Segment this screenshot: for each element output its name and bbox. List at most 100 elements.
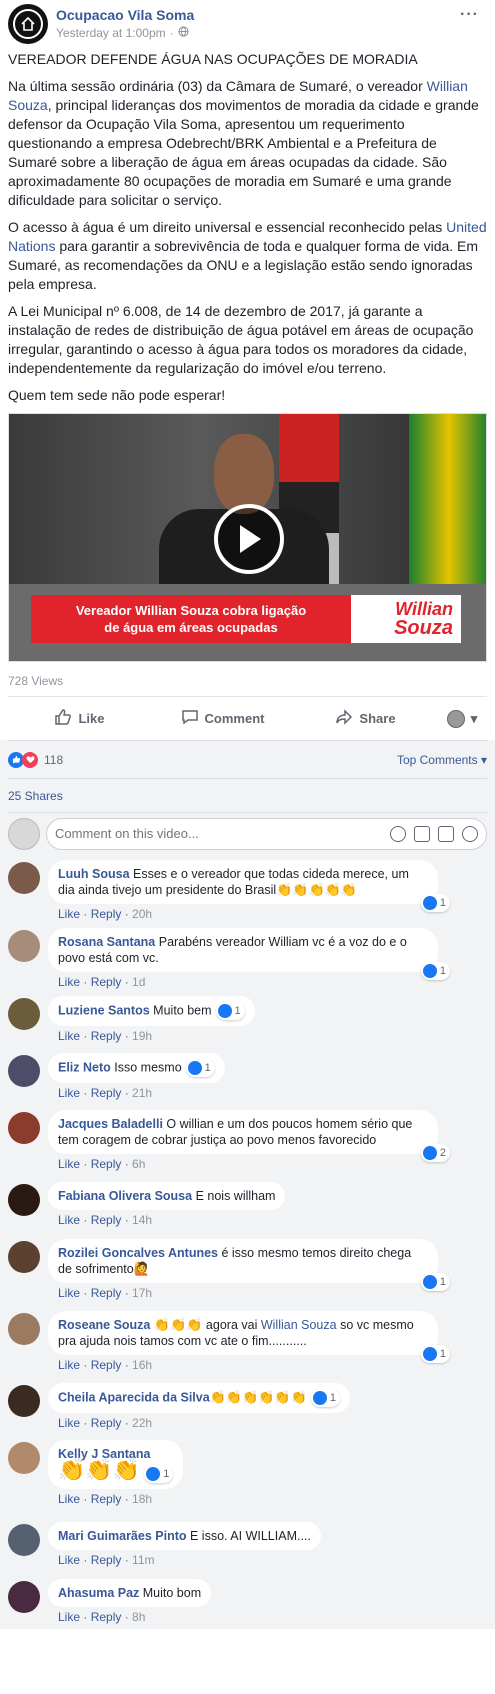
comment-time[interactable]: 19h: [132, 1029, 152, 1043]
comment-reply-link[interactable]: Reply: [91, 1358, 122, 1372]
comment-like-link[interactable]: Like: [58, 1610, 80, 1624]
comment-like-link[interactable]: Like: [58, 1416, 80, 1430]
comment-time[interactable]: 18h: [132, 1492, 152, 1506]
commenter-avatar[interactable]: [8, 1442, 40, 1474]
comment-bubble: Rosana Santana Parabéns vereador William…: [48, 928, 450, 980]
commenter-name[interactable]: Mari Guimarães Pinto: [58, 1529, 187, 1543]
page-avatar[interactable]: [8, 4, 48, 44]
comment-like-link[interactable]: Like: [58, 1157, 80, 1171]
like-button[interactable]: Like: [8, 708, 151, 729]
sticker-icon[interactable]: [462, 825, 478, 842]
top-comments-dropdown[interactable]: Top Comments ▾: [397, 753, 487, 767]
comment-meta: Like · Reply · 1d: [58, 975, 146, 989]
comment-reaction[interactable]: 1: [420, 894, 450, 912]
play-icon[interactable]: [214, 504, 284, 574]
comment-time[interactable]: 20h: [132, 907, 152, 921]
comment-like-link[interactable]: Like: [58, 1492, 80, 1506]
comment-input[interactable]: [55, 826, 390, 841]
comment-reply-link[interactable]: Reply: [91, 1416, 122, 1430]
commenter-avatar[interactable]: [8, 1313, 40, 1345]
share-button[interactable]: Share: [294, 708, 437, 729]
commenter-avatar[interactable]: [8, 1524, 40, 1556]
commenter-name[interactable]: Luuh Sousa: [58, 867, 130, 881]
comment-mention[interactable]: Willian Souza: [261, 1318, 337, 1332]
commenter-avatar[interactable]: [8, 1385, 40, 1417]
comment-time[interactable]: 8h: [132, 1610, 145, 1624]
comment-like-link[interactable]: Like: [58, 1029, 80, 1043]
comment-box[interactable]: [46, 817, 487, 850]
comment-like-link[interactable]: Like: [58, 1553, 80, 1567]
comment-like-link[interactable]: Like: [58, 1213, 80, 1227]
comment-time[interactable]: 16h: [132, 1358, 152, 1372]
comment-time[interactable]: 17h: [132, 1286, 152, 1300]
comment-reaction[interactable]: 1: [215, 1002, 245, 1020]
profile-selector[interactable]: ▾: [437, 709, 487, 728]
comment-time[interactable]: 6h: [132, 1157, 145, 1171]
comment-time[interactable]: 21h: [132, 1086, 152, 1100]
post-title: VEREADOR DEFENDE ÁGUA NAS OCUPAÇÕES DE M…: [8, 51, 418, 67]
post-time[interactable]: Yesterday at 1:00pm: [56, 26, 166, 40]
comment-reply-link[interactable]: Reply: [91, 1610, 122, 1624]
commenter-name[interactable]: Jacques Baladelli: [58, 1117, 163, 1131]
commenter-avatar[interactable]: [8, 1184, 40, 1216]
page-name[interactable]: Ocupacao Vila Soma: [56, 7, 194, 23]
comment-time[interactable]: 14h: [132, 1213, 152, 1227]
comment-reaction[interactable]: 1: [144, 1464, 174, 1483]
comment-text: E nois willham: [195, 1189, 276, 1203]
commenter-name[interactable]: Roseane Souza: [58, 1318, 150, 1332]
comment-time[interactable]: 1d: [132, 975, 145, 989]
commenter-name[interactable]: Fabiana Olivera Sousa: [58, 1189, 192, 1203]
comment-reply-link[interactable]: Reply: [91, 1492, 122, 1506]
commenter-avatar[interactable]: [8, 1241, 40, 1273]
comment-reply-link[interactable]: Reply: [91, 907, 122, 921]
share-count[interactable]: 25 Shares: [8, 778, 487, 812]
love-reaction-icon[interactable]: [22, 751, 38, 768]
commenter-name[interactable]: Luziene Santos: [58, 1003, 150, 1017]
commenter-name[interactable]: Cheila Aparecida da Silva: [58, 1390, 210, 1404]
like-reaction-icon: [422, 1146, 437, 1160]
commenter-avatar[interactable]: [8, 1055, 40, 1087]
comment-reaction[interactable]: 1: [420, 962, 450, 980]
emoji-icon[interactable]: [390, 825, 406, 842]
comment-reply-link[interactable]: Reply: [91, 1086, 122, 1100]
more-options-icon[interactable]: ···: [460, 6, 479, 24]
comment-reply-link[interactable]: Reply: [91, 975, 122, 989]
comment-like-link[interactable]: Like: [58, 1358, 80, 1372]
commenter-avatar[interactable]: [8, 998, 40, 1030]
commenter-avatar[interactable]: [8, 862, 40, 894]
commenter-name[interactable]: Rosana Santana: [58, 935, 155, 949]
commenter-avatar[interactable]: [8, 1112, 40, 1144]
commenter-name[interactable]: Rozilei Goncalves Antunes: [58, 1246, 218, 1260]
comment-reaction[interactable]: 1: [310, 1389, 340, 1407]
comment-reaction[interactable]: 1: [185, 1059, 215, 1077]
comment-reaction-count: 1: [439, 897, 446, 909]
comment-time[interactable]: 22h: [132, 1416, 152, 1430]
comment-like-link[interactable]: Like: [58, 907, 80, 921]
comment-like-link[interactable]: Like: [58, 1286, 80, 1300]
comment-reaction[interactable]: 1: [420, 1345, 450, 1363]
comment-time[interactable]: 11m: [132, 1553, 154, 1567]
commenter-name[interactable]: Ahasuma Paz: [58, 1586, 139, 1600]
comment-reaction[interactable]: 1: [420, 1273, 450, 1291]
reaction-count[interactable]: 118: [44, 753, 63, 767]
gif-icon[interactable]: [438, 825, 454, 842]
video-player[interactable]: Vereador Willian Souza cobra ligação de …: [8, 413, 487, 662]
comment-reply-link[interactable]: Reply: [91, 1029, 122, 1043]
comment-meta: Like · Reply · 16h: [58, 1358, 153, 1372]
comment-item: Rozilei Goncalves Antunes é isso mesmo t…: [8, 1239, 487, 1311]
post-paragraph-2: O acesso à água é um direito universal e…: [8, 219, 487, 292]
camera-icon[interactable]: [414, 825, 430, 842]
comment-reply-link[interactable]: Reply: [91, 1157, 122, 1171]
commenter-avatar[interactable]: [8, 930, 40, 962]
comment-like-link[interactable]: Like: [58, 975, 80, 989]
comment-reaction[interactable]: 2: [420, 1144, 450, 1162]
comment-meta: Like · Reply · 22h: [58, 1416, 153, 1430]
comment-button[interactable]: Comment: [151, 708, 294, 729]
view-count: 728 Views: [8, 674, 64, 688]
comment-reply-link[interactable]: Reply: [91, 1553, 122, 1567]
commenter-avatar[interactable]: [8, 1581, 40, 1613]
comment-like-link[interactable]: Like: [58, 1086, 80, 1100]
comment-reply-link[interactable]: Reply: [91, 1213, 122, 1227]
commenter-name[interactable]: Eliz Neto: [58, 1060, 111, 1074]
comment-reply-link[interactable]: Reply: [91, 1286, 122, 1300]
